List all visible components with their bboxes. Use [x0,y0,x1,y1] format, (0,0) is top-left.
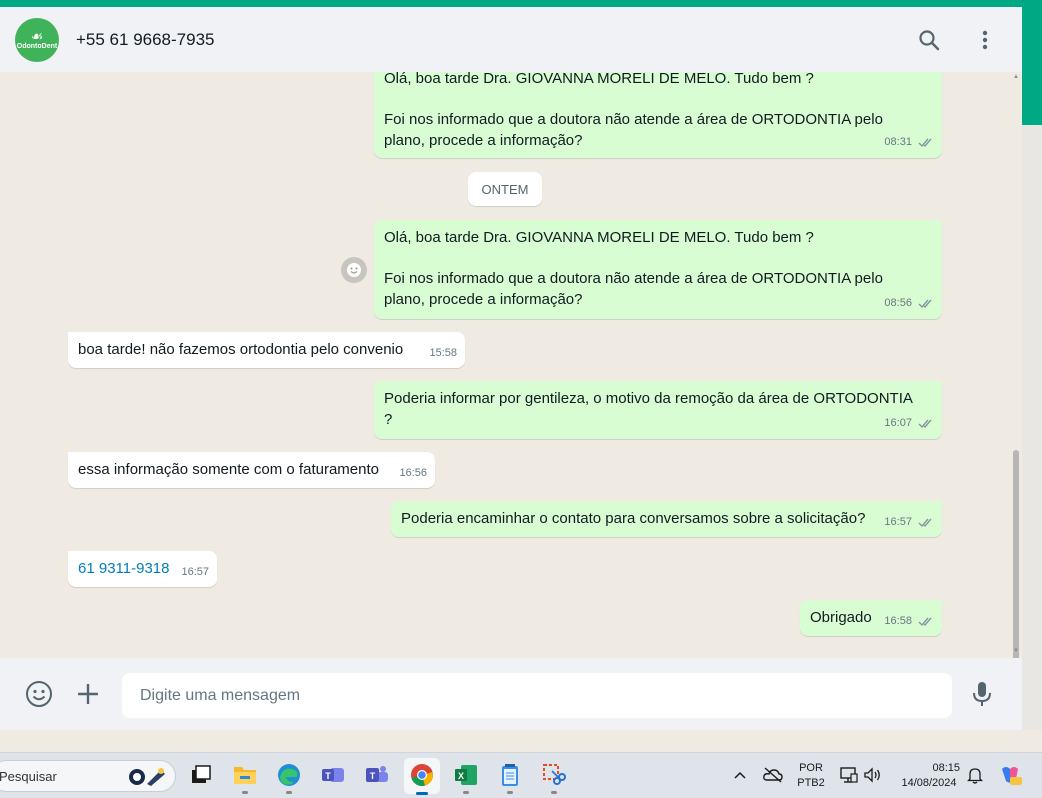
message-text: essa informação somente com o faturament… [78,461,379,478]
notification-bell-icon[interactable] [964,762,986,788]
message-text: Olá, boa tarde Dra. GIOVANNA MORELI DE M… [384,229,814,246]
search-icon[interactable] [916,27,942,53]
read-ticks-icon [918,617,932,626]
input-language[interactable]: POR PTB2 [794,761,828,791]
chat-header: ☙ OdontoDent +55 61 9668-7935 [0,7,1022,72]
notepad-icon[interactable] [497,762,523,788]
language-code: POR [799,762,823,774]
volume-icon[interactable] [862,762,884,788]
keyboard-layout: PTB2 [797,777,825,789]
message-time: 16:57 [181,566,209,578]
read-ticks-icon [918,419,932,428]
running-indicator [507,791,513,794]
microphone-icon[interactable] [966,678,998,710]
tooth-icon: ☙ [30,27,44,44]
read-ticks-icon [918,518,932,527]
read-ticks-icon [918,138,932,147]
svg-text:X: X [458,771,464,781]
message-text: plano, procede a informação? [384,132,583,149]
top-accent-bar [0,0,1042,7]
message-time: 15:58 [429,347,457,359]
message-outgoing[interactable]: Olá, boa tarde Dra. GIOVANNA MORELI DE M… [374,72,942,158]
taskbar-search[interactable]: Pesquisar [0,760,176,792]
emoji-icon[interactable] [23,678,55,710]
clock-time: 08:15 [932,762,960,774]
svg-text:T: T [370,771,376,781]
menu-dots-icon[interactable] [972,27,998,53]
message-meta: 16:57 [884,512,934,533]
clock-date: 14/08/2024 [901,777,957,789]
attach-plus-icon[interactable] [72,678,104,710]
task-view-icon[interactable] [188,762,214,788]
scroll-up-arrow-icon[interactable]: ▲ [1013,74,1020,80]
running-indicator [286,791,292,794]
message-meta: 08:56 [884,293,934,314]
teams-classic-icon[interactable]: T [364,762,390,788]
message-composer [0,658,1022,730]
onedrive-offline-icon[interactable] [760,762,786,788]
date-separator: ONTEM [468,172,542,206]
svg-text:T: T [325,771,331,781]
message-input[interactable] [122,673,952,718]
running-indicator [463,791,469,794]
message-time: 16:56 [399,467,427,479]
message-text: plano, procede a informação? [384,291,583,308]
message-time: 16:07 [884,417,912,429]
message-time: 16:58 [884,615,912,627]
active-app-indicator [416,792,428,795]
excel-icon[interactable]: X [453,762,479,788]
message-text: Obrigado [810,609,872,626]
search-highlight-icon [129,768,165,786]
scrollbar-thumb[interactable] [1013,450,1019,658]
header-actions [916,7,998,72]
chevron-up-icon[interactable] [730,762,750,788]
message-meta: 08:31 [884,132,934,153]
message-outgoing[interactable]: Olá, boa tarde Dra. GIOVANNA MORELI DE M… [374,220,942,319]
contact-name[interactable]: +55 61 9668-7935 [76,30,215,50]
message-meta: 16:58 [884,611,934,632]
message-outgoing[interactable]: Poderia encaminhar o contato para conver… [391,501,942,537]
clock[interactable]: 08:15 14/08/2024 [892,761,966,791]
message-text: Foi nos informado que a doutora não aten… [384,111,883,128]
avatar[interactable]: ☙ OdontoDent [15,17,59,62]
message-outgoing[interactable]: Poderia informar por gentileza, o motivo… [374,381,942,439]
message-time: 08:56 [884,297,912,309]
running-indicator [551,791,557,794]
message-text: boa tarde! não fazemos ortodontia pelo c… [78,341,404,358]
emoji-reaction-icon[interactable] [341,257,367,283]
avatar-brand-text: OdontoDent [16,42,58,50]
message-text: Olá, boa tarde Dra. GIOVANNA MORELI DE M… [384,72,814,87]
running-indicator [242,791,248,794]
message-time: 16:57 [884,516,912,528]
edge-icon[interactable] [276,762,302,788]
phone-link[interactable]: 61 9311-9318 [78,560,169,577]
teams-icon[interactable]: T [320,762,346,788]
message-meta: 16:07 [884,413,934,434]
message-text: Foi nos informado que a doutora não aten… [384,270,883,287]
read-ticks-icon [918,299,932,308]
message-incoming[interactable]: boa tarde! não fazemos ortodontia pelo c… [68,332,465,368]
message-text: Poderia informar por gentileza, o motivo… [384,390,913,407]
taskbar-search-label: Pesquisar [0,768,57,784]
chrome-icon[interactable] [409,762,435,788]
file-explorer-icon[interactable] [232,762,258,788]
copilot-icon[interactable] [997,762,1023,788]
right-background [1022,125,1042,730]
windows-taskbar: Pesquisar T T X POR PTB2 08:15 14/08/202… [0,752,1042,798]
message-incoming[interactable]: essa informação somente com o faturament… [68,452,435,488]
message-text: Poderia encaminhar o contato para conver… [401,510,866,527]
snipping-tool-icon[interactable] [541,762,567,788]
network-icon[interactable] [838,762,860,788]
message-incoming[interactable]: 61 9311-9318 16:57 [68,551,217,587]
right-accent-bar [1022,0,1042,125]
message-text: ? [384,411,393,428]
chat-area[interactable]: Olá, boa tarde Dra. GIOVANNA MORELI DE M… [0,72,1022,658]
scroll-down-arrow-icon[interactable]: ▼ [1013,648,1020,654]
message-time: 08:31 [884,136,912,148]
message-outgoing[interactable]: Obrigado 16:58 [800,600,942,636]
